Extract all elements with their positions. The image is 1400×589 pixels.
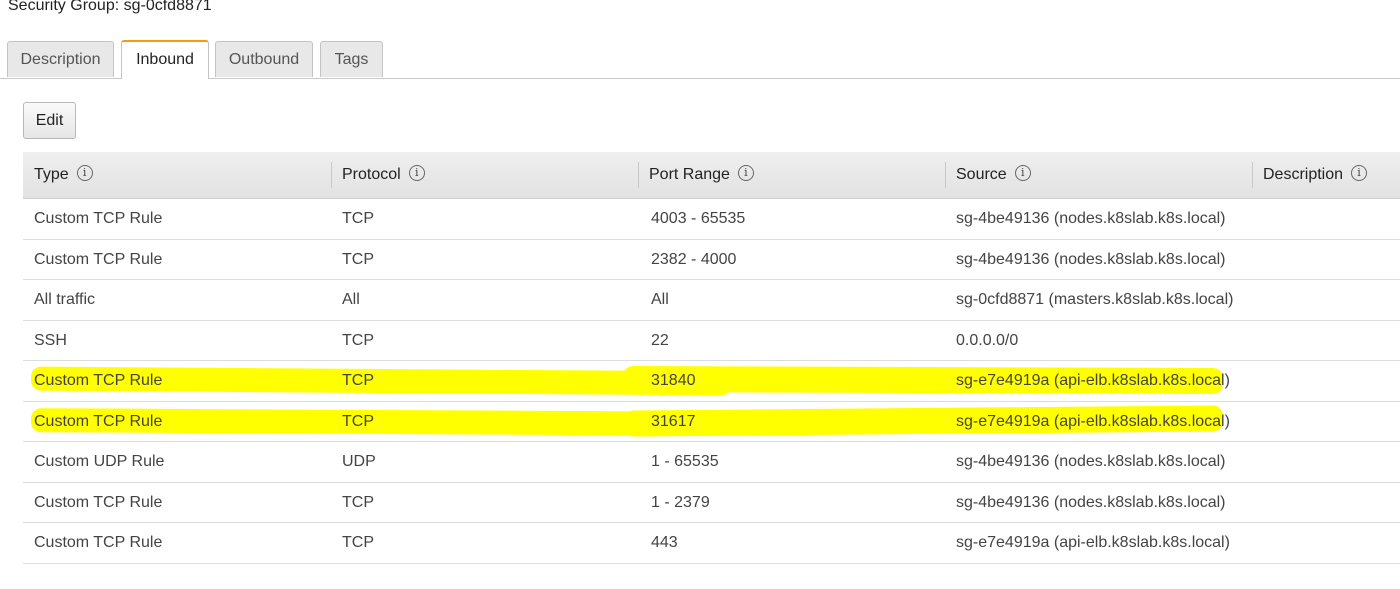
- column-header-label: Type: [34, 166, 69, 183]
- cell-type: Custom TCP Rule: [34, 210, 163, 227]
- cell-source: sg-e7e4919a (api-elb.k8slab.k8s.local): [956, 372, 1230, 389]
- column-header-protocol[interactable]: Protocol i: [331, 152, 638, 198]
- table-row[interactable]: Custom TCP Rule TCP 443 sg-e7e4919a (api-el…: [23, 523, 1400, 564]
- column-divider[interactable]: [638, 162, 639, 188]
- column-divider[interactable]: [945, 162, 946, 188]
- cell-type: Custom TCP Rule: [34, 412, 163, 430]
- cell-source: sg-4be49136 (nodes.k8slab.k8s.local): [956, 210, 1226, 227]
- cell-source: sg-4be49136 (nodes.k8slab.k8s.local): [956, 453, 1226, 470]
- inbound-rules-table: Type i Protocol i Port Range i Source i Desc…: [23, 152, 1400, 564]
- cell-source: sg-4be49136 (nodes.k8slab.k8s.local): [956, 493, 1226, 511]
- cell-protocol: TCP: [342, 372, 374, 389]
- cell-port-range: 2382 - 4000: [651, 250, 737, 268]
- table-row[interactable]: Custom UDP Rule UDP 1 - 65535 sg-4be49136 (…: [23, 442, 1400, 483]
- tab-inbound[interactable]: Inbound: [121, 40, 209, 79]
- cell-type: All traffic: [34, 291, 96, 308]
- cell-protocol: TCP: [342, 210, 374, 227]
- cell-port-range: 22: [651, 331, 669, 349]
- cell-port-range: 1 - 2379: [651, 493, 710, 511]
- table-body: Custom TCP Rule TCP 4003 - 65535 sg-4be4913…: [23, 199, 1400, 564]
- column-header-label: Port Range: [649, 166, 730, 183]
- column-divider[interactable]: [331, 162, 332, 188]
- cell-type: SSH: [34, 331, 67, 349]
- column-header-label: Description: [1263, 166, 1344, 183]
- cell-type: Custom TCP Rule: [34, 493, 163, 511]
- column-header-source[interactable]: Source i: [945, 152, 1252, 198]
- column-header-port-range[interactable]: Port Range i: [638, 152, 945, 198]
- cell-protocol: TCP: [342, 331, 374, 349]
- cell-source: sg-4be49136 (nodes.k8slab.k8s.local): [956, 250, 1226, 268]
- column-header-label: Source: [956, 166, 1007, 183]
- tab-description[interactable]: Description: [7, 41, 114, 77]
- cell-source: sg-e7e4919a (api-elb.k8slab.k8s.local): [956, 412, 1230, 430]
- cell-port-range: 31617: [651, 412, 696, 430]
- tab-bar: Description Inbound Outbound Tags: [0, 40, 1400, 79]
- edit-button[interactable]: Edit: [23, 102, 76, 139]
- cell-protocol: UDP: [342, 453, 376, 470]
- column-header-description[interactable]: Description i: [1252, 152, 1400, 198]
- table-row[interactable]: Custom TCP Rule TCP 2382 - 4000 sg-4be49136…: [23, 240, 1400, 280]
- cell-protocol: TCP: [342, 493, 374, 511]
- table-row[interactable]: Custom TCP Rule TCP 31840 sg-e7e4919a (api-…: [23, 361, 1400, 402]
- cell-source: 0.0.0.0/0: [956, 331, 1019, 349]
- info-icon[interactable]: i: [408, 165, 425, 182]
- page-title: Security Group: sg-0cfd8871: [8, 0, 212, 14]
- cell-port-range: 31840: [651, 372, 696, 389]
- cell-type: Custom TCP Rule: [34, 250, 163, 268]
- table-header: Type i Protocol i Port Range i Source i Desc…: [23, 152, 1400, 199]
- cell-type: Custom TCP Rule: [34, 372, 163, 389]
- cell-protocol: TCP: [342, 412, 374, 430]
- table-row[interactable]: Custom TCP Rule TCP 4003 - 65535 sg-4be4913…: [23, 199, 1400, 240]
- column-divider[interactable]: [1252, 162, 1253, 188]
- tab-outbound[interactable]: Outbound: [215, 41, 313, 77]
- cell-port-range: 4003 - 65535: [651, 210, 746, 227]
- table-row[interactable]: SSH TCP 22 0.0.0.0/0: [23, 321, 1400, 361]
- info-icon[interactable]: i: [76, 165, 93, 182]
- cell-type: Custom TCP Rule: [34, 534, 163, 551]
- cell-port-range: 443: [651, 534, 678, 551]
- column-header-type[interactable]: Type i: [23, 152, 330, 198]
- cell-type: Custom UDP Rule: [34, 453, 165, 470]
- column-header-label: Protocol: [342, 166, 401, 183]
- cell-protocol: TCP: [342, 250, 374, 268]
- table-row[interactable]: Custom TCP Rule TCP 31617 sg-e7e4919a (api-…: [23, 402, 1400, 442]
- cell-protocol: TCP: [342, 534, 374, 551]
- cell-port-range: 1 - 65535: [651, 453, 719, 470]
- cell-source: sg-0cfd8871 (masters.k8slab.k8s.local): [956, 291, 1234, 308]
- cell-source: sg-e7e4919a (api-elb.k8slab.k8s.local): [956, 534, 1230, 551]
- table-row[interactable]: All traffic All All sg-0cfd8871 (masters.k8…: [23, 280, 1400, 321]
- table-row[interactable]: Custom TCP Rule TCP 1 - 2379 sg-4be49136 (n…: [23, 483, 1400, 523]
- cell-port-range: All: [651, 291, 669, 308]
- tab-tags[interactable]: Tags: [320, 41, 383, 77]
- info-icon[interactable]: i: [1014, 165, 1031, 182]
- info-icon[interactable]: i: [737, 165, 754, 182]
- info-icon[interactable]: i: [1351, 165, 1368, 182]
- cell-protocol: All: [342, 291, 360, 308]
